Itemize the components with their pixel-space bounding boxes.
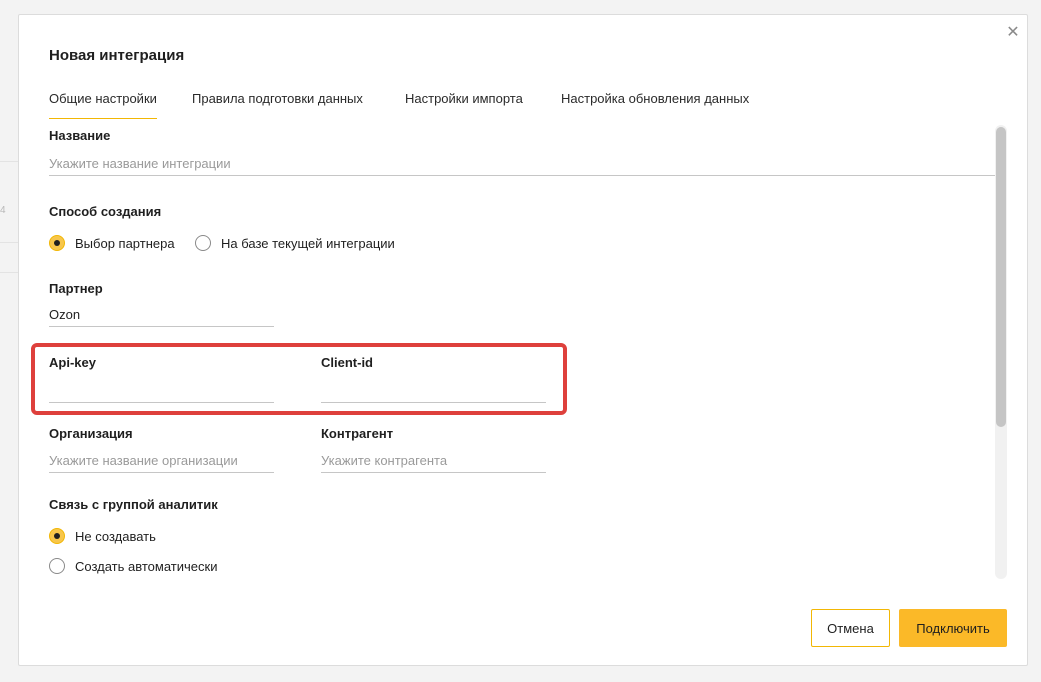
tab-data-preparation-rules[interactable]: Правила подготовки данных xyxy=(192,91,363,118)
analytics-group-label: Связь с группой аналитик xyxy=(49,497,218,512)
radio-do-not-create-label: Не создавать xyxy=(75,528,156,544)
new-integration-dialog: ✕ Новая интеграция Общие настройки Прави… xyxy=(18,14,1028,666)
backdrop-divider xyxy=(0,161,18,162)
close-icon[interactable]: ✕ xyxy=(1005,25,1021,41)
radio-selected-icon xyxy=(49,235,65,251)
partner-label: Партнер xyxy=(49,281,103,296)
partner-field[interactable]: Ozon xyxy=(49,307,274,327)
radio-selected-icon xyxy=(49,528,65,544)
name-label: Название xyxy=(49,128,111,143)
highlight-box xyxy=(31,343,567,415)
tab-data-update-settings[interactable]: Настройка обновления данных xyxy=(561,91,749,118)
radio-based-on-current[interactable]: На базе текущей интеграции xyxy=(195,235,395,251)
organization-input[interactable]: Укажите название организации xyxy=(49,453,274,473)
scrollbar-thumb[interactable] xyxy=(996,127,1006,427)
tab-import-settings[interactable]: Настройки импорта xyxy=(405,91,523,118)
organization-placeholder: Укажите название организации xyxy=(49,453,238,468)
client-id-input[interactable] xyxy=(321,383,546,403)
radio-based-on-current-label: На базе текущей интеграции xyxy=(221,235,395,251)
connect-button[interactable]: Подключить xyxy=(899,609,1007,647)
scrollbar[interactable] xyxy=(995,125,1007,579)
radio-do-not-create[interactable]: Не создавать xyxy=(49,528,156,544)
partner-value: Ozon xyxy=(49,307,81,322)
radio-create-automatically-label: Создать автоматически xyxy=(75,558,218,574)
radio-unselected-icon xyxy=(195,235,211,251)
backdrop-divider xyxy=(0,242,18,243)
name-input-placeholder: Укажите название интеграции xyxy=(49,156,231,171)
counterparty-placeholder: Укажите контрагента xyxy=(321,453,448,468)
backdrop: 4 xyxy=(0,0,18,682)
counterparty-label: Контрагент xyxy=(321,426,394,441)
backdrop-text-fragment: 4 xyxy=(0,205,6,216)
backdrop-divider xyxy=(0,272,18,273)
radio-unselected-icon xyxy=(49,558,65,574)
counterparty-input[interactable]: Укажите контрагента xyxy=(321,453,546,473)
organization-label: Организация xyxy=(49,426,133,441)
tab-general-settings[interactable]: Общие настройки xyxy=(49,91,157,119)
api-key-label: Api-key xyxy=(49,355,96,370)
cancel-button[interactable]: Отмена xyxy=(811,609,890,647)
client-id-label: Client-id xyxy=(321,355,373,370)
creation-method-label: Способ создания xyxy=(49,204,162,219)
radio-partner-selection[interactable]: Выбор партнера xyxy=(49,235,175,251)
name-input[interactable]: Укажите название интеграции xyxy=(49,156,995,176)
api-key-input[interactable] xyxy=(49,383,274,403)
dialog-title: Новая интеграция xyxy=(49,47,185,64)
radio-partner-selection-label: Выбор партнера xyxy=(75,235,175,251)
radio-create-automatically[interactable]: Создать автоматически xyxy=(49,558,217,574)
